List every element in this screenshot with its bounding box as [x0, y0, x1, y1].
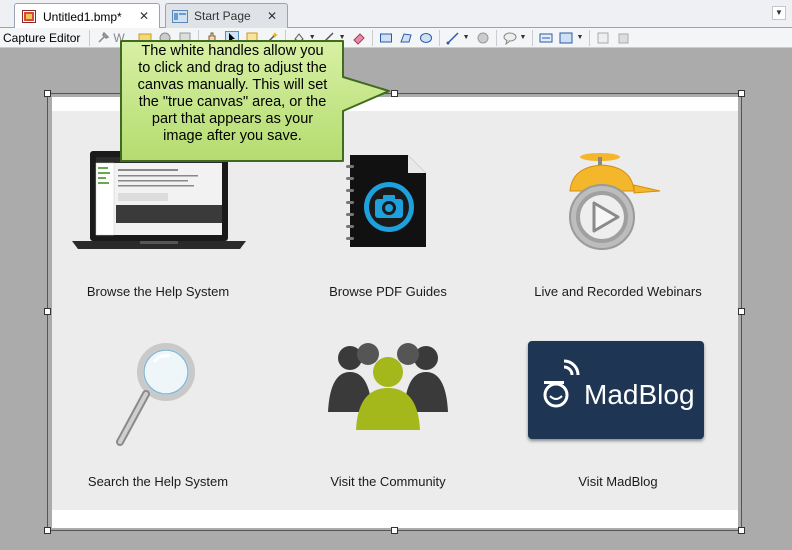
callout-line: to click and drag to adjust the [138, 60, 327, 76]
toolbar-separator [89, 29, 91, 46]
resize-image-icon[interactable] [594, 30, 612, 46]
text-box-icon[interactable] [537, 30, 555, 46]
callout-icon[interactable] [501, 30, 519, 46]
tab-label: Start Page [194, 9, 251, 23]
callout-line: part that appears as your [151, 111, 314, 127]
toolbar-separator [438, 29, 440, 46]
ellipse-icon[interactable] [417, 30, 435, 46]
document-tab-bar: Untitled1.bmp* ✕ Start Page ✕ ▼ [0, 0, 792, 29]
capture-region-icon[interactable] [557, 30, 575, 46]
polygon-icon[interactable] [397, 30, 415, 46]
toolbar-separator [589, 29, 591, 46]
webinar-play-icon [560, 149, 670, 258]
tile-madblog[interactable]: Visit MadBlog [508, 474, 728, 489]
chevron-down-icon[interactable]: ▼ [520, 34, 527, 41]
resize-handle-top-left[interactable] [44, 90, 51, 97]
chevron-down-icon[interactable]: ▼ [463, 34, 470, 41]
tab-untitled1[interactable]: Untitled1.bmp* ✕ [14, 3, 160, 29]
madblog-logo: MadBlog [528, 341, 704, 439]
pin-icon[interactable] [94, 30, 112, 46]
resize-handle-left[interactable] [44, 308, 51, 315]
resize-handle-bottom-right[interactable] [738, 527, 745, 534]
stamp-icon[interactable] [474, 30, 492, 46]
magnifier-icon [112, 342, 202, 459]
callout-line: canvas manually. This will set [137, 77, 328, 93]
toolbar-separator [532, 29, 534, 46]
callout-line: the "true canvas" area, or the [138, 94, 327, 110]
resize-handle-right[interactable] [738, 308, 745, 315]
start-page-icon [172, 9, 188, 23]
madblog-logo-text: MadBlog [584, 379, 695, 410]
tile-community[interactable]: Visit the Community [278, 474, 498, 489]
tab-start-page[interactable]: Start Page ✕ [165, 3, 288, 28]
window-list-dropdown[interactable]: ▼ [772, 6, 786, 20]
toolbar-title: Capture Editor [3, 30, 81, 45]
chevron-down-icon[interactable]: ▼ [576, 34, 583, 41]
tile-browse-pdf[interactable]: Browse PDF Guides [278, 284, 498, 299]
callout-line: image after you save. [163, 128, 302, 144]
resize-handle-top-right[interactable] [738, 90, 745, 97]
close-icon[interactable]: ✕ [267, 9, 277, 23]
close-icon[interactable]: ✕ [139, 9, 149, 23]
bitmap-file-icon [21, 10, 37, 24]
resize-handle-bottom[interactable] [391, 527, 398, 534]
tile-browse-help[interactable]: Browse the Help System [48, 284, 268, 299]
callout-line: The white handles allow you [141, 43, 324, 59]
resize-handle-bottom-left[interactable] [44, 527, 51, 534]
layers-icon[interactable] [614, 30, 632, 46]
toolbar-separator [495, 29, 497, 46]
callout-text: The white handles allow you to click and… [120, 43, 345, 145]
tab-label: Untitled1.bmp* [43, 9, 122, 24]
arrow-line-icon[interactable] [444, 30, 462, 46]
madblog-wave-icon [543, 359, 580, 408]
tile-webinars[interactable]: Live and Recorded Webinars [508, 284, 728, 299]
community-people-icon [328, 342, 448, 437]
tile-search-help[interactable]: Search the Help System [48, 474, 268, 489]
